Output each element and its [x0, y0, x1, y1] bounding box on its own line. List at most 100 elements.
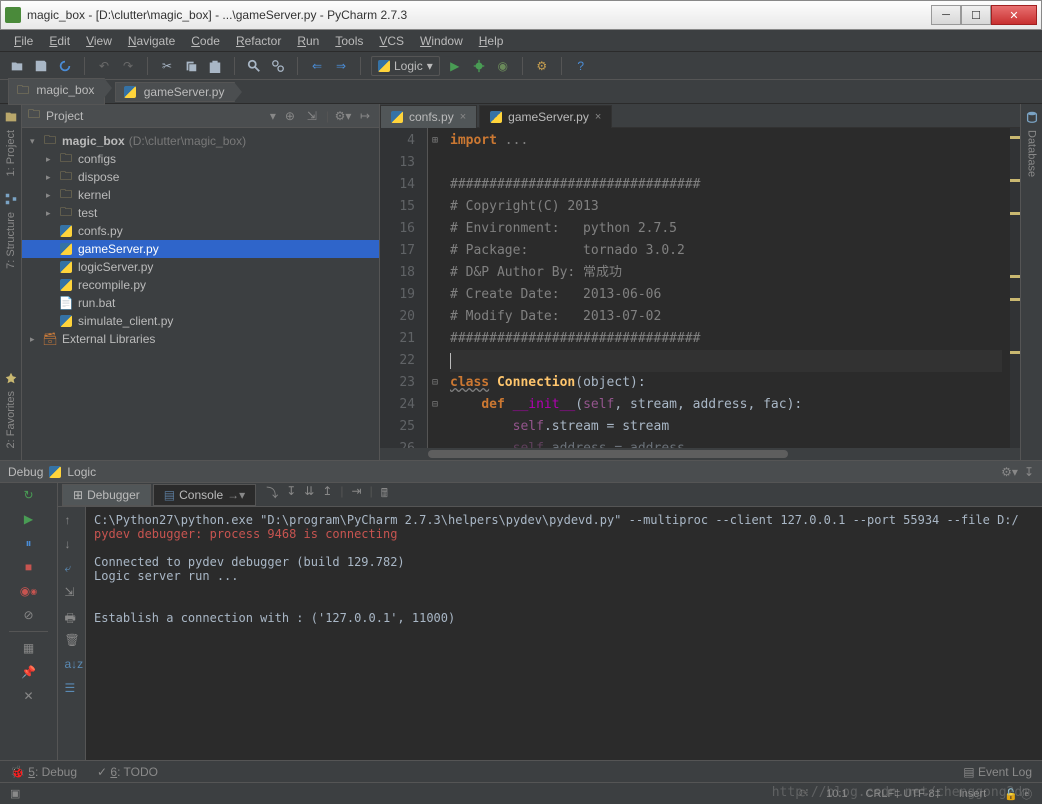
wrap-icon[interactable]: ⤶ — [65, 561, 79, 575]
tree-item[interactable]: recompile.py — [22, 276, 379, 294]
warning-marker[interactable] — [1010, 179, 1020, 182]
force-step-into-icon[interactable]: ⇊ — [304, 484, 314, 505]
menu-vcs[interactable]: VCS — [371, 32, 412, 50]
up-icon[interactable]: ↑ — [65, 513, 79, 527]
tree-item[interactable]: ▸🗀configs — [22, 150, 379, 168]
fold-column[interactable]: ⊞⊟⊟ — [428, 128, 442, 448]
forward-icon[interactable]: ⇒ — [332, 57, 350, 75]
step-into-icon[interactable]: ↧ — [286, 484, 296, 505]
menu-run[interactable]: Run — [289, 32, 327, 50]
coverage-icon[interactable]: ◉ — [494, 57, 512, 75]
tree-item[interactable]: ▸🗀kernel — [22, 186, 379, 204]
menu-file[interactable]: File — [6, 32, 41, 50]
maximize-button[interactable]: ☐ — [961, 5, 991, 25]
console-tab[interactable]: ▤ Console →▾ — [153, 484, 256, 506]
clear-icon[interactable]: 🗑 — [65, 633, 79, 647]
warning-marker[interactable] — [1010, 136, 1020, 139]
step-over-icon[interactable]: ⤵ — [266, 484, 278, 505]
menu-edit[interactable]: Edit — [41, 32, 78, 50]
favorites-tool-button[interactable]: 2: Favorites — [4, 371, 18, 452]
debugger-tab[interactable]: ⊞ Debugger — [62, 484, 151, 506]
help-icon[interactable]: ? — [572, 57, 590, 75]
undo-icon[interactable]: ↶ — [95, 57, 113, 75]
step-out-icon[interactable]: ↥ — [322, 484, 332, 505]
evaluate-icon[interactable]: 🖩 — [381, 484, 388, 505]
chevron-down-icon[interactable]: ▾ — [270, 109, 276, 123]
close-icon[interactable]: ✕ — [21, 688, 37, 704]
tree-item[interactable]: ▸🗃External Libraries — [22, 330, 379, 348]
scrollbar-thumb[interactable] — [428, 450, 788, 458]
tool-windows-icon[interactable]: ▣ — [10, 787, 20, 800]
tree-item[interactable]: ▸🗀dispose — [22, 168, 379, 186]
back-icon[interactable]: ⇐ — [308, 57, 326, 75]
run-button[interactable]: ▶ — [446, 57, 464, 75]
scroll-to-end-icon[interactable]: ⇲ — [65, 585, 79, 599]
editor-tab[interactable]: confs.py× — [380, 105, 477, 128]
close-button[interactable]: ✕ — [991, 5, 1037, 25]
event-log-button[interactable]: ▤ Event Log — [963, 765, 1032, 779]
redo-icon[interactable]: ↷ — [119, 57, 137, 75]
mute-breakpoints-icon[interactable]: ⊘ — [21, 607, 37, 623]
close-tab-icon[interactable]: × — [595, 111, 601, 123]
warning-marker[interactable] — [1010, 298, 1020, 301]
settings-icon[interactable]: ⚙ — [533, 57, 551, 75]
warning-marker[interactable] — [1010, 275, 1020, 278]
debug-tool-button[interactable]: 🐞 5: Debug — [10, 765, 77, 779]
structure-tool-button[interactable]: 7: Structure — [4, 192, 18, 273]
pause-icon[interactable]: ⏸ — [21, 535, 37, 551]
locate-icon[interactable]: ⊕ — [282, 108, 298, 124]
project-view-icon[interactable]: 🗀 — [28, 105, 40, 126]
paste-icon[interactable] — [206, 57, 224, 75]
replace-icon[interactable] — [269, 57, 287, 75]
print-icon[interactable]: 🖶 — [65, 609, 79, 623]
filter-icon[interactable]: ☰ — [65, 681, 79, 695]
tab-menu-icon[interactable]: →▾ — [227, 488, 245, 502]
tree-item[interactable]: ▸🗀test — [22, 204, 379, 222]
menu-refactor[interactable]: Refactor — [228, 32, 289, 50]
menu-window[interactable]: Window — [412, 32, 471, 50]
menu-help[interactable]: Help — [471, 32, 512, 50]
breadcrumb-item[interactable]: 🗀 magic_box — [8, 78, 105, 105]
rerun-icon[interactable]: ↻ — [21, 487, 37, 503]
sync-icon[interactable] — [56, 57, 74, 75]
hide-icon[interactable]: ↧ — [1024, 465, 1034, 479]
editor-body[interactable]: 41314151617181920212223242526 ⊞⊟⊟ import… — [380, 128, 1020, 448]
gear-icon[interactable]: ⚙▾ — [1001, 465, 1018, 479]
menu-view[interactable]: View — [78, 32, 120, 50]
warning-marker[interactable] — [1010, 212, 1020, 215]
tree-item[interactable]: 📄run.bat — [22, 294, 379, 312]
run-config-selector[interactable]: Logic ▾ — [371, 56, 440, 76]
tree-item[interactable]: simulate_client.py — [22, 312, 379, 330]
resume-icon[interactable]: ▶ — [21, 511, 37, 527]
breadcrumb-item[interactable]: gameServer.py — [115, 82, 235, 102]
error-stripe[interactable] — [1010, 128, 1020, 448]
tree-item[interactable]: ▾🗀magic_box(D:\clutter\magic_box) — [22, 132, 379, 150]
save-icon[interactable] — [32, 57, 50, 75]
debug-button[interactable] — [470, 57, 488, 75]
down-icon[interactable]: ↓ — [65, 537, 79, 551]
warning-marker[interactable] — [1010, 351, 1020, 354]
run-to-cursor-icon[interactable]: ⇥ — [352, 484, 362, 505]
copy-icon[interactable] — [182, 57, 200, 75]
line-separator[interactable]: CRLF‡ UTF-8‡ — [866, 788, 941, 800]
tree-item[interactable]: confs.py — [22, 222, 379, 240]
minimize-button[interactable]: ─ — [931, 5, 961, 25]
stop-icon[interactable]: ■ — [21, 559, 37, 575]
code-area[interactable]: import ...##############################… — [442, 128, 1010, 448]
tree-item[interactable]: logicServer.py — [22, 258, 379, 276]
menu-navigate[interactable]: Navigate — [120, 32, 183, 50]
editor-h-scrollbar[interactable] — [380, 448, 1020, 460]
layout-icon[interactable]: ▦ — [21, 640, 37, 656]
project-tool-button[interactable]: 1: Project — [4, 110, 18, 180]
database-tool-button[interactable]: Database — [1025, 110, 1039, 181]
tree-item[interactable]: gameServer.py — [22, 240, 379, 258]
hide-icon[interactable]: ↦ — [357, 108, 373, 124]
menu-tools[interactable]: Tools — [327, 32, 371, 50]
console-output[interactable]: C:\Python27\python.exe "D:\program\PyCha… — [86, 507, 1042, 760]
cut-icon[interactable]: ✂ — [158, 57, 176, 75]
find-icon[interactable] — [245, 57, 263, 75]
todo-tool-button[interactable]: ✓ 6: TODO — [97, 765, 158, 779]
editor-tab[interactable]: gameServer.py× — [479, 105, 612, 128]
close-tab-icon[interactable]: × — [460, 111, 466, 123]
sort-icon[interactable]: a↓z — [65, 657, 79, 671]
